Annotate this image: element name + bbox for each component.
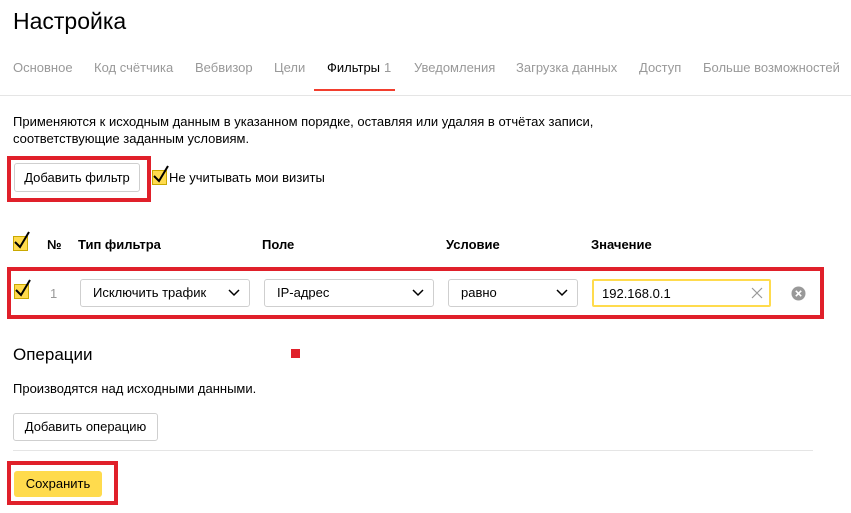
clear-icon[interactable] (751, 287, 763, 299)
ignore-visits-checkbox[interactable] (152, 165, 169, 185)
select-all-checkbox[interactable] (13, 231, 30, 251)
filter-row-number: 1 (50, 286, 58, 301)
column-header-condition: Условие (446, 237, 500, 252)
tab-webvisor[interactable]: Вебвизор (195, 60, 253, 75)
add-filter-button[interactable]: Добавить фильтр (14, 163, 140, 192)
annotation-marker (291, 349, 300, 358)
checkmark-icon (153, 165, 169, 183)
remove-row-icon[interactable] (791, 286, 806, 301)
save-button[interactable]: Сохранить (14, 471, 102, 497)
tab-access[interactable]: Доступ (639, 60, 681, 75)
operations-title: Операции (13, 345, 93, 364)
column-header-field: Поле (262, 237, 295, 252)
tab-filters-count: 1 (384, 60, 392, 75)
filter-type-value: Исключить трафик (93, 285, 207, 300)
chevron-down-icon (556, 289, 568, 297)
filter-row-checkbox[interactable] (14, 279, 31, 299)
column-header-value: Значение (591, 237, 652, 252)
field-select[interactable]: IP-адрес (264, 279, 434, 307)
column-header-filter-type: Тип фильтра (78, 237, 161, 252)
chevron-down-icon (412, 289, 424, 297)
divider (13, 450, 813, 451)
active-tab-indicator (314, 89, 395, 91)
tab-notifications[interactable]: Уведомления (414, 60, 495, 75)
chevron-down-icon (228, 289, 240, 297)
operations-description: Производятся над исходными данными. (13, 381, 257, 396)
column-header-num: № (47, 237, 62, 252)
value-input[interactable] (592, 279, 771, 307)
checkmark-icon (14, 231, 30, 249)
checkmark-icon (15, 279, 31, 297)
add-operation-button[interactable]: Добавить операцию (13, 413, 158, 441)
tab-basic[interactable]: Основное (13, 60, 73, 75)
page-title: Настройка (13, 8, 127, 34)
tab-filters[interactable]: Фильтры 1 (327, 60, 391, 75)
tab-counter-code[interactable]: Код счётчика (94, 60, 173, 75)
tabs-divider (0, 95, 851, 96)
filters-description: Применяются к исходным данным в указанно… (13, 114, 594, 146)
condition-select[interactable]: равно (448, 279, 578, 307)
tab-filters-label: Фильтры (327, 60, 381, 75)
tab-data-upload[interactable]: Загрузка данных (516, 60, 617, 75)
condition-value: равно (461, 285, 497, 300)
field-value: IP-адрес (277, 285, 330, 300)
tab-goals[interactable]: Цели (274, 60, 305, 75)
ignore-visits-label: Не учитывать мои визиты (169, 170, 325, 185)
filter-type-select[interactable]: Исключить трафик (80, 279, 250, 307)
tab-more-features[interactable]: Больше возможностей (703, 60, 840, 75)
